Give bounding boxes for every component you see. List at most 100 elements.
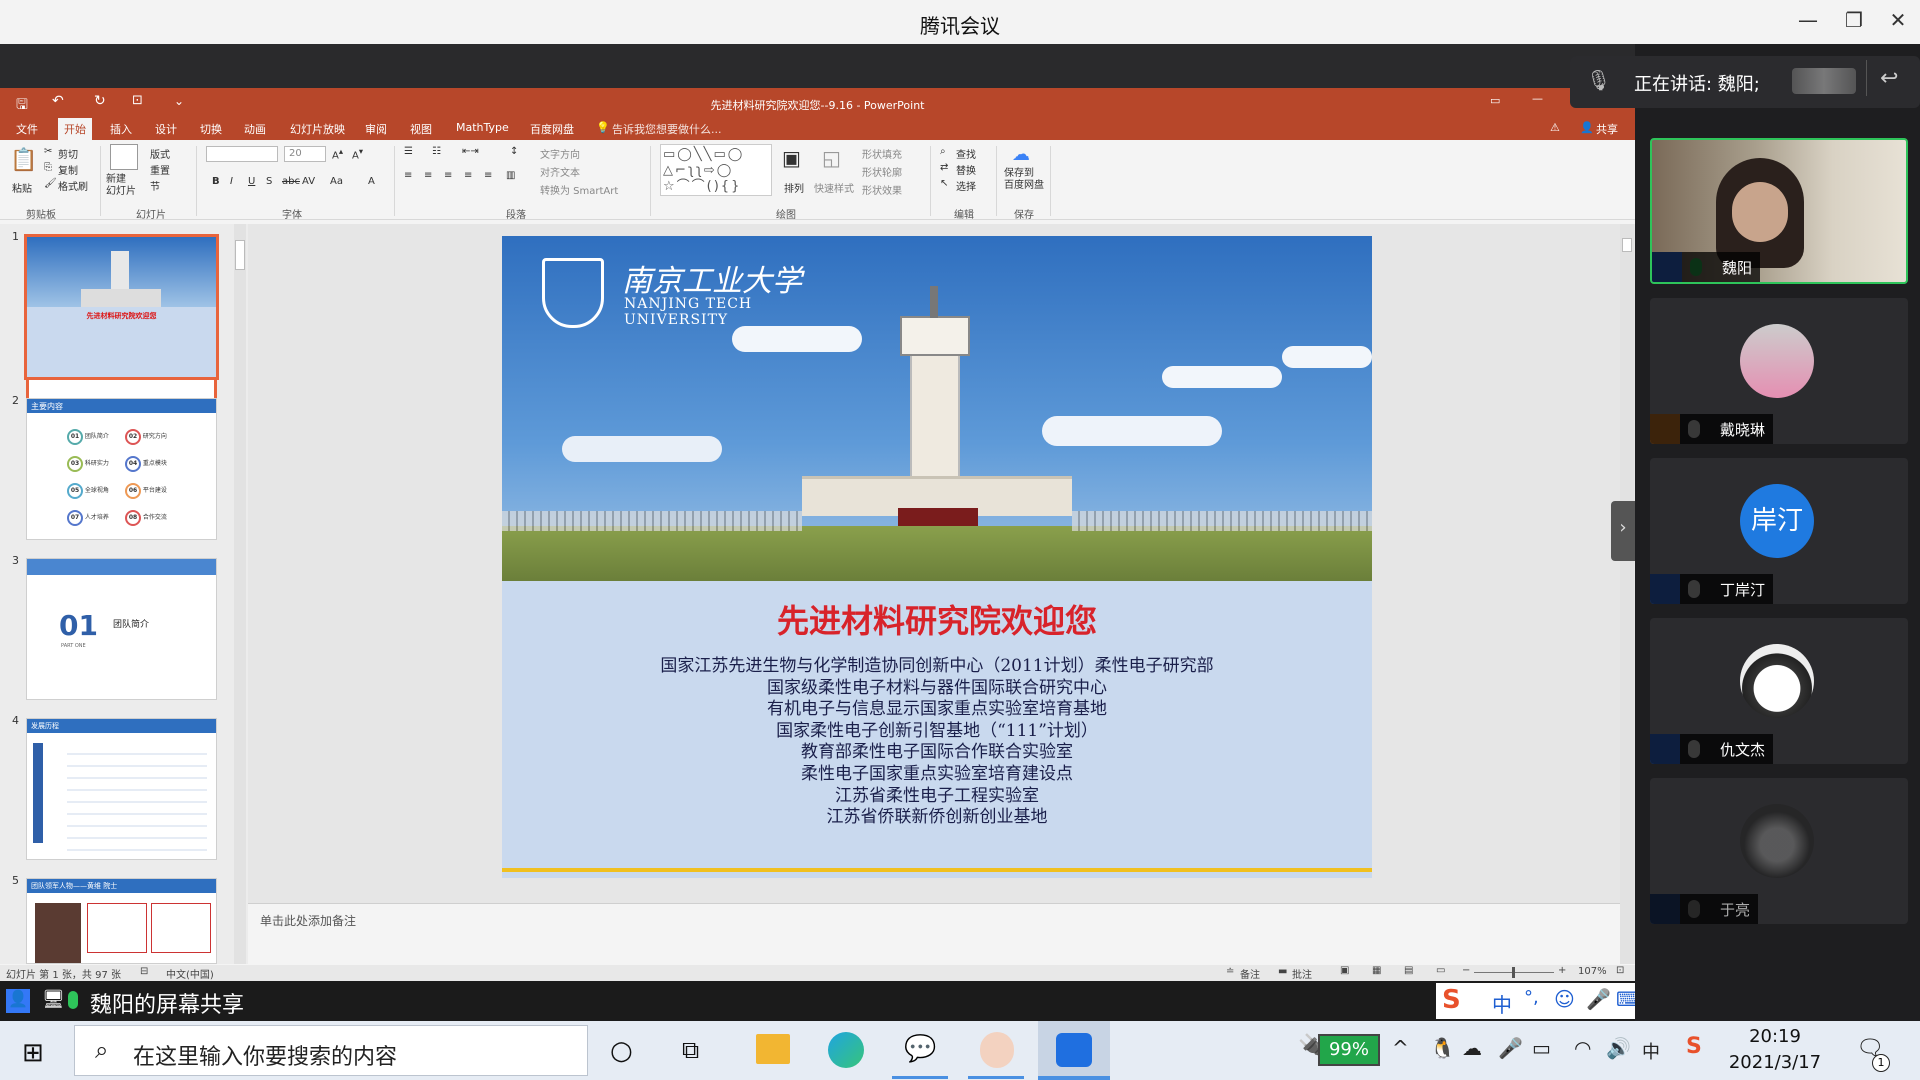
sogou-logo-icon[interactable]: S — [1442, 985, 1461, 1015]
qq-meeting-app-icon[interactable] — [980, 1032, 1014, 1068]
shrink-font-icon[interactable]: A▾ — [352, 146, 363, 161]
section-button[interactable]: 节 — [150, 178, 160, 193]
save-to-baidu-button[interactable]: 保存到 百度网盘 — [1004, 168, 1044, 192]
new-slide-icon[interactable] — [110, 144, 138, 170]
bold-icon[interactable]: B — [212, 176, 220, 187]
slide-thumbnail-4[interactable]: 发展历程 — [26, 718, 217, 860]
tell-me-input[interactable]: 告诉我您想要做什么... — [612, 121, 722, 137]
slide-thumbnail-3[interactable]: 01 PART ONE 团队简介 — [26, 558, 217, 700]
copy-icon[interactable]: ⎘ — [44, 162, 52, 173]
align-right-icon[interactable]: ≡ — [444, 170, 452, 181]
slideshow-view-icon[interactable]: ▭ — [1436, 965, 1445, 976]
replace-icon[interactable]: ⇄ — [940, 162, 948, 173]
find-icon[interactable]: ⌕ — [940, 146, 946, 157]
reading-view-icon[interactable]: ▤ — [1404, 965, 1413, 976]
tab-home[interactable]: 开始 — [58, 118, 92, 140]
smartart-button[interactable]: 转换为 SmartArt — [540, 182, 618, 197]
char-spacing-icon[interactable]: AV — [302, 176, 315, 187]
normal-view-icon[interactable]: ▣ — [1340, 965, 1349, 976]
participant-tile[interactable]: 岸汀 丁岸汀 — [1650, 458, 1908, 604]
emoji-icon[interactable]: ☺ — [1554, 987, 1575, 1011]
mic-muted-icon[interactable]: 🎙 — [1586, 68, 1611, 92]
windows-start-icon[interactable]: ⊞ — [22, 1038, 44, 1068]
zoom-slider-thumb[interactable] — [1512, 967, 1515, 978]
bullets-icon[interactable]: ☰ — [404, 146, 413, 157]
taskbar-search-box[interactable]: ⌕ 在这里输入你要搜索的内容 — [74, 1025, 588, 1076]
wechat-icon[interactable]: 💬 — [904, 1034, 936, 1064]
spellcheck-icon[interactable]: ⊟ — [140, 966, 148, 977]
clock-date[interactable]: 2021/3/17 — [1720, 1052, 1830, 1073]
edge-icon[interactable] — [828, 1032, 864, 1068]
underline-icon[interactable]: U — [248, 176, 255, 187]
align-text-button[interactable]: 对齐文本 — [540, 164, 580, 179]
tab-transitions[interactable]: 切换 — [200, 121, 222, 137]
shape-outline-button[interactable]: 形状轮廓 — [862, 164, 902, 179]
mic-tray-icon[interactable]: 🎤 — [1498, 1036, 1523, 1060]
find-button[interactable]: 查找 — [956, 146, 976, 161]
text-direction-button[interactable]: 文字方向 — [540, 146, 580, 161]
align-left-icon[interactable]: ≡ — [404, 170, 412, 181]
arrange-button[interactable]: 排列 — [784, 180, 804, 195]
slide-thumbnail-2[interactable]: 主要内容 01 团队简介 02 研究方向 03 科研实力 04 重点模块 05 全球… — [26, 398, 217, 540]
select-button[interactable]: 选择 — [956, 178, 976, 193]
replace-button[interactable]: 替换 — [956, 162, 976, 177]
minimize-button[interactable]: — — [1790, 8, 1826, 32]
quick-styles-button[interactable]: 快速样式 — [814, 180, 854, 195]
reset-button[interactable]: 重置 — [150, 162, 170, 177]
tab-file[interactable]: 文件 — [16, 121, 38, 137]
zoom-level[interactable]: 107% — [1578, 966, 1607, 977]
battery-tray-icon[interactable]: ▭ — [1532, 1036, 1551, 1060]
tab-baidu[interactable]: 百度网盘 — [530, 121, 574, 137]
notes-icon[interactable]: ≐ — [1226, 966, 1234, 977]
tab-mathtype[interactable]: MathType — [456, 121, 509, 134]
shape-fill-button[interactable]: 形状填充 — [862, 146, 902, 161]
ppt-minimize-icon[interactable]: — — [1532, 92, 1543, 105]
ribbon-display-icon[interactable]: ▭ — [1490, 94, 1500, 107]
shape-effects-button[interactable]: 形状效果 — [862, 182, 902, 197]
select-icon[interactable]: ↖ — [940, 178, 948, 189]
participant-tile[interactable]: 戴晓琳 — [1650, 298, 1908, 444]
font-size-select[interactable]: 20 — [284, 146, 326, 162]
justify-icon[interactable]: ≡ — [464, 170, 472, 181]
share-button[interactable]: 共享 — [1596, 121, 1618, 137]
thumb-scrollbar[interactable] — [234, 224, 246, 964]
wifi-icon[interactable]: ◠ — [1574, 1036, 1591, 1060]
voice-icon[interactable]: 🎤 — [1586, 987, 1611, 1011]
tab-design[interactable]: 设计 — [155, 121, 177, 137]
change-case-icon[interactable]: Aa — [330, 176, 343, 187]
format-painter-button[interactable]: 格式刷 — [58, 178, 88, 193]
paste-icon[interactable]: 📋 — [10, 148, 37, 173]
tab-animations[interactable]: 动画 — [244, 121, 266, 137]
indent-icon[interactable]: ⇤⇥ — [462, 146, 479, 157]
line-spacing-icon[interactable]: ↕ — [510, 146, 518, 157]
participant-tile[interactable]: 魏阳 — [1650, 138, 1908, 284]
participant-tile[interactable]: 仇文杰 — [1650, 618, 1908, 764]
columns-icon[interactable]: ▥ — [506, 170, 515, 181]
task-view-icon[interactable]: ⧉ — [682, 1036, 699, 1064]
numbering-icon[interactable]: ☷ — [432, 146, 441, 157]
strikethrough-icon[interactable]: abc — [282, 176, 300, 187]
grow-font-icon[interactable]: A▴ — [332, 146, 343, 161]
font-family-select[interactable] — [206, 146, 278, 162]
shadow-icon[interactable]: S — [266, 176, 272, 187]
tab-review[interactable]: 审阅 — [365, 121, 387, 137]
align-center-icon[interactable]: ≡ — [424, 170, 432, 181]
notes-placeholder[interactable]: 单击此处添加备注 — [260, 912, 356, 929]
cut-button[interactable]: 剪切 — [58, 146, 78, 161]
cortana-icon[interactable]: ○ — [610, 1036, 633, 1066]
italic-icon[interactable]: I — [230, 176, 233, 187]
slide-thumbnail-1[interactable]: 先进材料研究院欢迎您 — [24, 234, 219, 380]
arrange-icon[interactable]: ▣ — [782, 146, 801, 170]
baidu-cloud-icon[interactable]: ☁ — [1012, 144, 1030, 165]
chevron-up-icon[interactable]: ^ — [1392, 1036, 1409, 1060]
tab-slideshow[interactable]: 幻灯片放映 — [290, 121, 345, 137]
tab-view[interactable]: 视图 — [410, 121, 432, 137]
current-slide[interactable]: 南京工业大学 NANJING TECH UNIVERSITY 先进材料研究院欢迎… — [502, 236, 1372, 878]
ime-tray[interactable]: 中 — [1642, 1038, 1660, 1064]
slide-thumbnail-5[interactable]: 团队领军人物——黄维 院士 — [26, 878, 217, 964]
format-painter-icon[interactable]: 🖌 — [44, 178, 57, 189]
shapes-gallery[interactable]: ▭◯╲╲▭◯ △⌐ʅʅ⇨◯ ☆⌒⌒(){} — [660, 144, 772, 196]
participant-tile[interactable]: 于亮 — [1650, 778, 1908, 924]
editor-scrollbar[interactable] — [1620, 224, 1634, 964]
comments-toggle[interactable]: 批注 — [1292, 966, 1312, 981]
